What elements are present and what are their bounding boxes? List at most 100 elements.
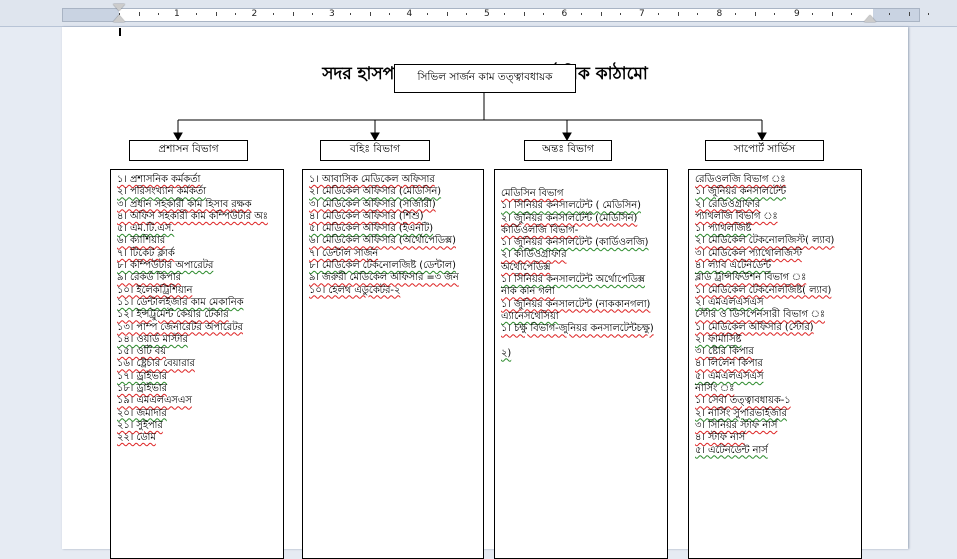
- dept-list-item-text: ১। জুনিয়র কনসালটেন্ট (নাককানগলা): [501, 298, 651, 310]
- dept-list-item-text: ২। ফার্মাসিষ্ট: [695, 333, 742, 345]
- ruler-left-margin: [63, 9, 119, 21]
- ruler-tick: [157, 13, 159, 15]
- ruler-tick: [446, 12, 448, 16]
- ruler-tick: [927, 13, 929, 15]
- indoor-dept-list: মেডিসিন বিভাগ ১। সিনিয়র কনসালটেন্ট ( মেড…: [494, 169, 668, 559]
- dept-list-item-text: ১৫। ওটি বয়: [117, 346, 167, 358]
- dept-list-item-text: ১। চক্ষু বিভাগ-জুনিয়র কনসালটেন্টচক্ষু): [501, 323, 654, 335]
- dept-list-item-text: ৩। মেডিকেল অফিসার (সার্জারী): [309, 198, 436, 210]
- dept-list-item: ১৪। ওয়ার্ড মাস্টার: [117, 334, 283, 346]
- dept-list-item-text: ১। সেবা তত্ত্বাবধায়ক-১: [695, 395, 791, 407]
- dept-list-item-text: ২। কার্ডিওগ্রাফার: [501, 249, 567, 261]
- ruler-tick: [273, 13, 275, 15]
- dept-list-item: ব্লাড ট্রান্সফিউশন বিভাগ ঃ: [695, 272, 861, 284]
- dept-list-item-text: ১০। ইলেকট্রিশিয়ান: [117, 284, 193, 296]
- dept-list-item: ১। চক্ষু বিভাগ-জুনিয়র কনসালটেন্টচক্ষু): [501, 323, 667, 335]
- dept-list-item-text: ১৭। ড্রাইভার: [117, 370, 167, 382]
- hanging-indent-marker[interactable]: [113, 15, 125, 22]
- dept-list-item: ৪। অফিস সহকারী কাম কম্পিউটার অঃ: [117, 211, 283, 223]
- dept-list-item-text: ২০। জমাদার: [117, 407, 167, 419]
- indoor-dept-heading: অন্তঃ বিভাগ: [524, 140, 612, 161]
- dept-list-item: ৫। এমএলএসএস: [695, 371, 861, 383]
- dept-list-item-text: নাক কান গলা: [501, 286, 555, 298]
- dept-list-item-text: প্যাথলজি বিভাগ ঃ: [695, 210, 778, 222]
- dept-list-item-text: ১৯। এমএলএসএস: [117, 395, 192, 407]
- dept-list-item: অর্থোপেডিক্স: [501, 262, 667, 274]
- ruler-tick: [311, 13, 313, 15]
- dept-list-item: ২। মেডিকেল অফিসার (মেডিসিন): [309, 186, 483, 198]
- admin-dept-label: প্রশাসন বিভাগ: [158, 143, 219, 155]
- document-page[interactable]: সদর হাসপাতাল পঞ্চগড় এর সাংগঠনিক কাঠামো …: [62, 27, 908, 559]
- dept-list-item: ৭। ডেন্টাল সার্জন: [309, 248, 483, 260]
- dept-list-item: ২। কার্ডিওগ্রাফার: [501, 249, 667, 261]
- dept-list-item-text: ৪। মেডিকেল অফিসার (শিশু): [309, 210, 424, 222]
- dept-list-item-text: ২। এমএলএসএস: [695, 296, 764, 308]
- ruler-number: 2: [251, 9, 258, 19]
- right-indent-marker[interactable]: [864, 15, 876, 22]
- dept-list-item-text: ২২। ডোম: [117, 432, 156, 444]
- dept-list-item: ১। সিনিয়র কনসালটেন্ট অর্থোপেডিক্স: [501, 274, 667, 286]
- dept-list-item-text: ২১। সুইপার: [117, 419, 163, 431]
- dept-list-item: ৩। মেডিকেল প্যাথোলজিস্ট: [695, 248, 861, 260]
- dept-list-item-text: ৪। অফিস সহকারী কাম কম্পিউটার অঃ: [117, 210, 268, 222]
- admin-dept-heading: প্রশাসন বিভাগ: [129, 140, 248, 161]
- dept-list-item: এ্যানেসথেসিয়া: [501, 311, 667, 323]
- ruler-tick: [465, 13, 467, 15]
- dept-list-item-text: স্টোর ও ডিসপেনসারী বিভাগ ঃ: [695, 309, 825, 321]
- support-service-list: রেডিওলজি বিভাগ ঃ ১। জুনিয়র কনসালটেন্ট ২। …: [688, 169, 862, 559]
- dept-list-item-text: ১। আবাসিক মেডিকেল অফিসার: [309, 174, 435, 185]
- dept-list-item: ৪। লিলেন কিপার: [695, 358, 861, 370]
- dept-list-item: ৮। মেডিকেল টেকনোলজিষ্ট (ডেন্টাল): [309, 260, 483, 272]
- ruler-tick: [138, 12, 140, 16]
- ruler-tick: [812, 13, 814, 15]
- dept-list-item: নাক কান গলা: [501, 286, 667, 298]
- dept-list-item-text: ১। জুনিয়র কনসালটেন্ট (কার্ডিওলজি): [501, 237, 649, 249]
- ruler-right-margin: [873, 9, 919, 21]
- dept-list-item: ৪। স্টাফ নার্স: [695, 432, 861, 444]
- dept-list-item: ১৫। ওটি বয়: [117, 346, 283, 358]
- ruler-tick: [754, 12, 756, 16]
- ruler-track[interactable]: [62, 8, 920, 22]
- dept-list-item-text: ৪। ল্যাব এটেনডেন্ট: [695, 260, 771, 272]
- dept-list-item-text: মেডিসিন বিভাগ: [501, 188, 564, 199]
- dept-list-item-text: ১০। হেলথ এডুকেটর-২: [309, 284, 401, 296]
- ruler-number: 9: [794, 9, 800, 19]
- horizontal-ruler[interactable]: 1 2 3 4 5 6 7 8 9: [0, 0, 957, 27]
- ruler-tick: [427, 13, 429, 15]
- ruler-tick: [773, 13, 775, 15]
- dept-list-item: প্যাথলজি বিভাগ ঃ: [695, 211, 861, 223]
- dept-list-item-text: ৪। লিলেন কিপার: [695, 358, 763, 370]
- ruler-tick: [831, 12, 833, 16]
- ruler-tick: [350, 13, 352, 15]
- dept-list-item: ২০। জমাদার: [117, 408, 283, 420]
- outdoor-dept-list: ১। আবাসিক মেডিকেল অফিসার ২। মেডিকেল অফিসা…: [302, 169, 484, 559]
- dept-list-item-text: ৮। মেডিকেল টেকনোলজিষ্ট (ডেন্টাল): [309, 260, 456, 272]
- dept-list-item: ৯। জরুরী মেডিকেল অফিসার =৩ জন: [309, 272, 483, 284]
- ruler-tick: [196, 13, 198, 15]
- dept-list-item-text: ব্লাড ট্রান্সফিউশন বিভাগ ঃ: [695, 272, 807, 284]
- ruler-tick: [369, 12, 371, 16]
- dept-list-item-text: ১। প্যাথলজিষ্ট: [695, 223, 752, 235]
- dept-list-item-text: ৩। প্রধান সহকারী কাম হিসাব রক্ষক: [117, 198, 252, 210]
- dept-list-item: ৫। এম.টি.এস.: [117, 223, 283, 235]
- dept-list-item: [501, 336, 667, 348]
- dept-list-item-text: ১। সিনিয়র কনসালটেন্ট ( মেডিসিন): [501, 200, 641, 212]
- ruler-number: 8: [716, 9, 723, 19]
- ruler-tick: [234, 13, 236, 15]
- ruler-tick: [388, 13, 390, 15]
- dept-list-item: মেডিসিন বিভাগ: [501, 188, 667, 200]
- ruler-tick: [215, 12, 217, 16]
- dept-list-item: ৫। এটেনডেন্ট নার্স: [695, 445, 861, 457]
- dept-list-item-text: ৫। মেডিকেল অফিসার (ইএনটি): [309, 223, 434, 235]
- dept-list-item: কার্ডিওলজি বিভাগ-: [501, 225, 667, 237]
- dept-list-item-text: ৮। কম্পিউটার অপারেটর: [117, 260, 214, 272]
- ruler-tick: [600, 12, 602, 16]
- dept-list-item: রেডিওলজি বিভাগ ঃ: [695, 174, 861, 186]
- dept-list-item: নার্সিং ঃ: [695, 383, 861, 395]
- dept-list-item-text: ১৩। পাম্প জেনারেটর অপারেটর: [117, 321, 243, 333]
- dept-list-item: ১৩। পাম্প জেনারেটর অপারেটর: [117, 322, 283, 334]
- dept-list-item-text: ৫। এমএলএসএস: [695, 370, 764, 382]
- ruler-tick: [292, 12, 294, 16]
- first-line-indent-marker[interactable]: [113, 4, 125, 11]
- dept-list-item-text: ১২। ইন্সট্রুমেন্ট কেয়ার টেকার: [117, 309, 229, 321]
